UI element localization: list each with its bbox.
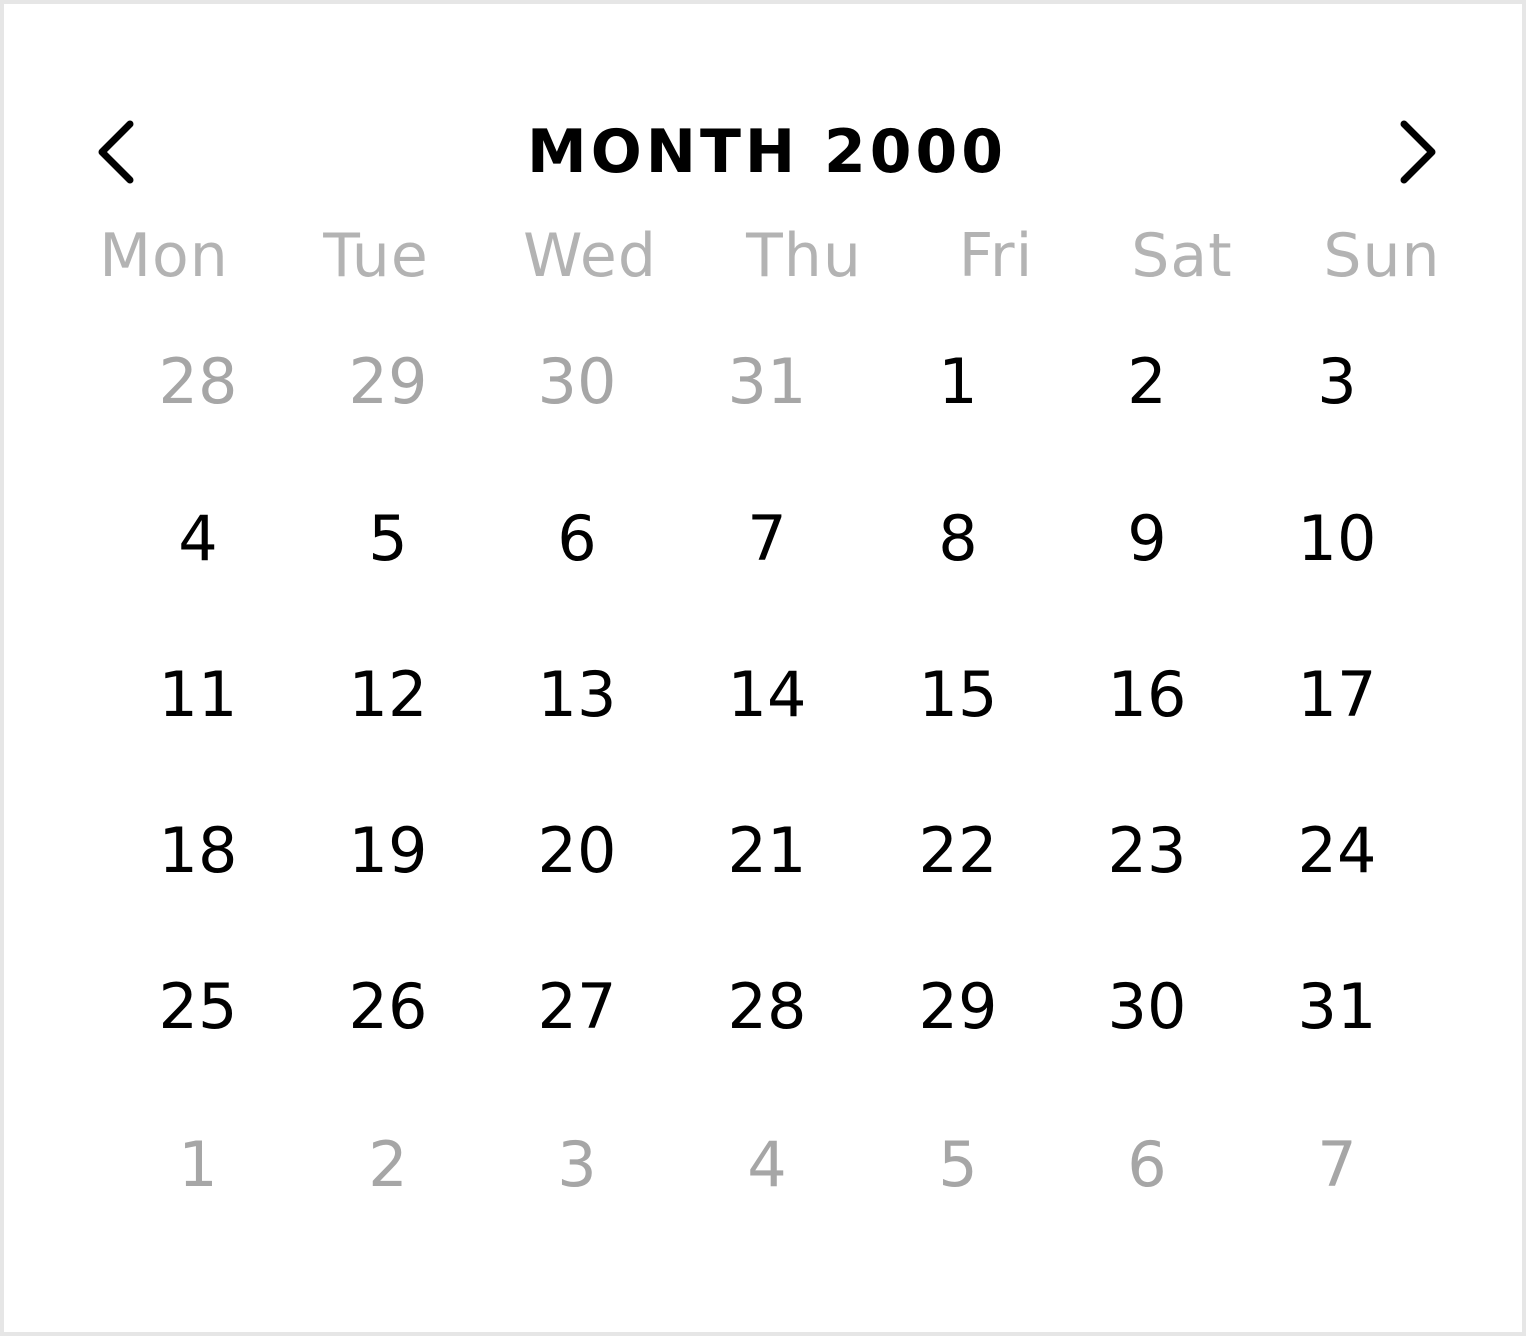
day-cell[interactable]: 24 <box>1257 806 1417 896</box>
other-month-day-cell[interactable]: 29 <box>308 337 468 427</box>
calendar-widget: MONTH 2000 Mon Tue Wed Thu Fri Sat Sun 2… <box>0 0 1526 1336</box>
day-cell[interactable]: 8 <box>878 494 1038 584</box>
day-grid: 28 29 30 31 1 2 3 4 5 6 7 8 9 10 11 12 13 14 15 16 17 18 19 20 2… <box>4 4 1526 1340</box>
day-cell[interactable]: 29 <box>878 962 1038 1052</box>
day-cell[interactable]: 21 <box>687 806 847 896</box>
other-month-day-cell[interactable]: 7 <box>1257 1120 1417 1210</box>
day-cell[interactable]: 17 <box>1257 650 1417 740</box>
day-cell[interactable]: 30 <box>1067 962 1227 1052</box>
other-month-day-cell[interactable]: 2 <box>308 1120 468 1210</box>
day-cell[interactable]: 3 <box>1257 337 1417 427</box>
day-cell[interactable]: 14 <box>687 650 847 740</box>
other-month-day-cell[interactable]: 3 <box>497 1120 657 1210</box>
day-cell[interactable]: 5 <box>308 494 468 584</box>
day-cell[interactable]: 22 <box>878 806 1038 896</box>
other-month-day-cell[interactable]: 4 <box>687 1120 847 1210</box>
day-cell[interactable]: 23 <box>1067 806 1227 896</box>
day-cell[interactable]: 2 <box>1067 337 1227 427</box>
day-cell[interactable]: 10 <box>1257 494 1417 584</box>
day-cell[interactable]: 9 <box>1067 494 1227 584</box>
day-cell[interactable]: 31 <box>1257 962 1417 1052</box>
day-cell[interactable]: 11 <box>118 650 278 740</box>
day-cell[interactable]: 6 <box>497 494 657 584</box>
day-cell[interactable]: 13 <box>497 650 657 740</box>
day-cell[interactable]: 7 <box>687 494 847 584</box>
day-cell[interactable]: 19 <box>308 806 468 896</box>
day-cell[interactable]: 15 <box>878 650 1038 740</box>
day-cell[interactable]: 18 <box>118 806 278 896</box>
day-cell[interactable]: 4 <box>118 494 278 584</box>
other-month-day-cell[interactable]: 30 <box>497 337 657 427</box>
day-cell[interactable]: 26 <box>308 962 468 1052</box>
day-cell[interactable]: 20 <box>497 806 657 896</box>
day-cell[interactable]: 28 <box>687 962 847 1052</box>
other-month-day-cell[interactable]: 5 <box>878 1120 1038 1210</box>
day-cell[interactable]: 1 <box>878 337 1038 427</box>
day-cell[interactable]: 25 <box>118 962 278 1052</box>
day-cell[interactable]: 16 <box>1067 650 1227 740</box>
day-cell[interactable]: 12 <box>308 650 468 740</box>
other-month-day-cell[interactable]: 31 <box>687 337 847 427</box>
other-month-day-cell[interactable]: 6 <box>1067 1120 1227 1210</box>
other-month-day-cell[interactable]: 1 <box>118 1120 278 1210</box>
other-month-day-cell[interactable]: 28 <box>118 337 278 427</box>
day-cell[interactable]: 27 <box>497 962 657 1052</box>
